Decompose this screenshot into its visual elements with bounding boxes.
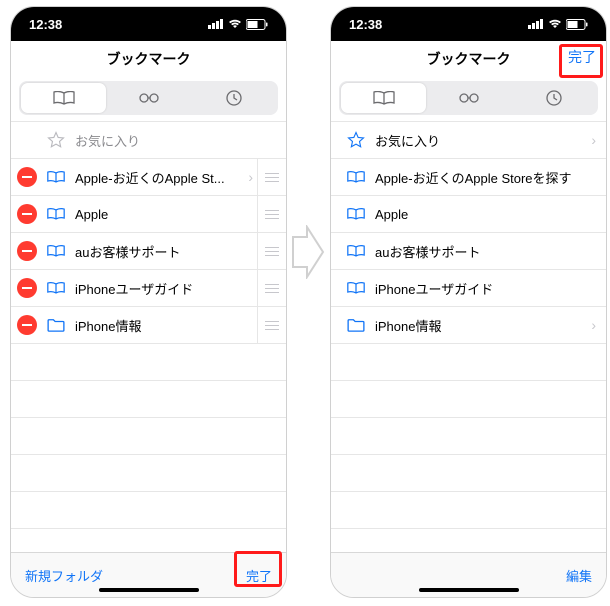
reorder-grip-icon[interactable] <box>257 159 286 195</box>
done-button[interactable]: 完了 <box>568 47 596 67</box>
view-segmented-control[interactable] <box>339 81 598 115</box>
favorites-label: お気に入り <box>375 131 591 150</box>
chevron-right-icon: › <box>591 317 596 333</box>
book-icon <box>45 281 67 295</box>
list-item[interactable]: iPhone情報 › <box>331 307 606 344</box>
favorites-row: お気に入り › <box>11 122 286 159</box>
book-open-icon <box>373 91 395 105</box>
seg-reading-list[interactable] <box>426 83 511 113</box>
home-indicator <box>419 588 519 592</box>
seg-bookmarks[interactable] <box>21 83 106 113</box>
reorder-grip-icon[interactable] <box>257 307 286 343</box>
view-segmented-control[interactable] <box>19 81 278 115</box>
list-item[interactable]: Apple <box>331 196 606 233</box>
item-label: auお客様サポート <box>75 242 248 261</box>
item-label: Apple <box>375 207 606 222</box>
home-indicator <box>99 588 199 592</box>
delete-minus-icon[interactable] <box>17 315 37 335</box>
item-label: iPhoneユーザガイド <box>75 279 248 298</box>
transition-arrow-icon <box>291 225 325 284</box>
status-time: 12:38 <box>349 17 382 32</box>
favorites-row[interactable]: お気に入り › <box>331 122 606 159</box>
reorder-grip-icon[interactable] <box>257 233 286 269</box>
seg-history[interactable] <box>511 83 596 113</box>
new-folder-button[interactable]: 新規フォルダ <box>25 566 103 585</box>
item-label: Apple <box>75 207 248 222</box>
item-label: Apple-お近くのApple Storeを探す <box>375 168 606 187</box>
delete-minus-icon[interactable] <box>17 204 37 224</box>
seg-reading-list[interactable] <box>106 83 191 113</box>
done-button[interactable]: 完了 <box>246 566 272 585</box>
clock-icon <box>226 90 242 106</box>
item-label: iPhoneユーザガイド <box>375 279 606 298</box>
phone-browse-mode: 12:38 ブックマーク 完了 <box>330 6 607 598</box>
nav-bar: ブックマーク 完了 <box>331 41 606 77</box>
list-item[interactable]: iPhoneユーザガイド › <box>11 270 286 307</box>
status-bar: 12:38 <box>331 7 606 41</box>
book-icon <box>345 170 367 184</box>
chevron-right-icon: › <box>591 132 596 148</box>
list-item[interactable]: Apple-お近くのApple St... › <box>11 159 286 196</box>
reorder-grip-icon[interactable] <box>257 270 286 306</box>
delete-minus-icon[interactable] <box>17 167 37 187</box>
item-label: Apple-お近くのApple St... <box>75 168 248 187</box>
item-label: auお客様サポート <box>375 242 606 261</box>
status-indicators <box>208 19 268 30</box>
book-icon <box>345 207 367 221</box>
book-icon <box>45 170 67 184</box>
clock-icon <box>546 90 562 106</box>
folder-icon <box>45 318 67 332</box>
seg-bookmarks[interactable] <box>341 83 426 113</box>
list-item[interactable]: iPhoneユーザガイド <box>331 270 606 307</box>
chevron-right-icon: › <box>248 169 253 185</box>
star-icon <box>345 131 367 149</box>
book-icon <box>45 207 67 221</box>
glasses-icon <box>458 93 480 103</box>
item-label: iPhone情報 <box>375 316 591 335</box>
nav-title: ブックマーク <box>107 49 191 69</box>
seg-history[interactable] <box>191 83 276 113</box>
status-indicators <box>528 19 588 30</box>
star-icon <box>45 131 67 149</box>
book-icon <box>345 244 367 258</box>
edit-button[interactable]: 編集 <box>566 566 592 585</box>
book-icon <box>45 244 67 258</box>
item-label: iPhone情報 <box>75 316 248 335</box>
status-bar: 12:38 <box>11 7 286 41</box>
bookmark-list-edit: お気に入り › Apple-お近くのApple St... › Apple › <box>11 121 286 566</box>
nav-bar: ブックマーク <box>11 41 286 77</box>
delete-minus-icon[interactable] <box>17 278 37 298</box>
list-item[interactable]: Apple-お近くのApple Storeを探す <box>331 159 606 196</box>
reorder-grip-icon[interactable] <box>257 196 286 232</box>
folder-icon <box>345 318 367 332</box>
phone-edit-mode: 12:38 ブックマーク <box>10 6 287 598</box>
delete-minus-icon[interactable] <box>17 241 37 261</box>
status-time: 12:38 <box>29 17 62 32</box>
nav-title: ブックマーク <box>427 49 511 69</box>
list-item[interactable]: auお客様サポート › <box>11 233 286 270</box>
list-item[interactable]: Apple › <box>11 196 286 233</box>
book-icon <box>345 281 367 295</box>
list-item[interactable]: auお客様サポート <box>331 233 606 270</box>
bookmark-list: お気に入り › Apple-お近くのApple Storeを探す Apple a… <box>331 121 606 566</box>
list-item[interactable]: iPhone情報 › <box>11 307 286 344</box>
book-open-icon <box>53 91 75 105</box>
favorites-label: お気に入り <box>75 131 277 150</box>
glasses-icon <box>138 93 160 103</box>
